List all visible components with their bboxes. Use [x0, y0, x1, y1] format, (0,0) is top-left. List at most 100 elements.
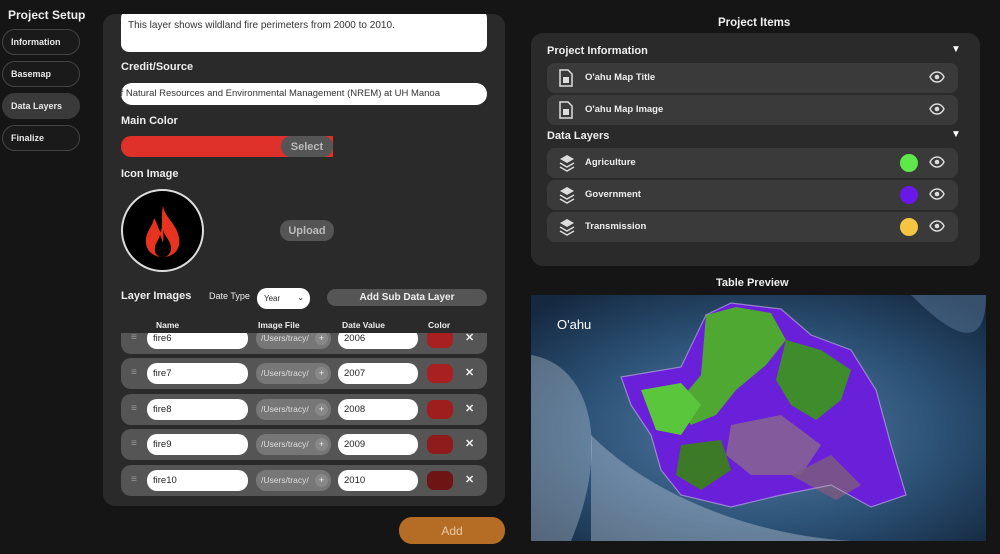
- fire-icon: [145, 205, 179, 257]
- eye-icon[interactable]: [929, 188, 945, 200]
- project-item[interactable]: O'ahu Map Title: [547, 63, 958, 93]
- credit-field[interactable]: Department of Natural Resources and Envi…: [121, 83, 487, 105]
- plus-icon[interactable]: +: [315, 403, 328, 416]
- add-button[interactable]: Add: [399, 517, 505, 544]
- remove-row-icon[interactable]: ✕: [465, 402, 474, 415]
- date-type-value: Year: [264, 294, 281, 303]
- layer-item-label: Transmission: [585, 221, 647, 232]
- drag-handle-icon[interactable]: ≡: [131, 367, 137, 378]
- row-image-file[interactable]: /Users/tracy/ +: [256, 434, 331, 455]
- layers-icon: [559, 219, 575, 236]
- project-items-panel: Project Information ▼ O'ahu Map Title O'…: [531, 33, 980, 266]
- remove-row-icon[interactable]: ✕: [465, 473, 474, 486]
- project-information-header[interactable]: Project Information: [547, 45, 648, 57]
- table-row: ≡ fire10 /Users/tracy/ + 2010 ✕: [121, 465, 487, 496]
- project-item[interactable]: O'ahu Map Image: [547, 95, 958, 125]
- eye-icon[interactable]: [929, 220, 945, 232]
- layer-color-dot[interactable]: [900, 218, 918, 236]
- project-item-label: O'ahu Map Title: [585, 72, 656, 83]
- map-preview[interactable]: O'ahu: [531, 295, 986, 541]
- sidebar-item-basemap[interactable]: Basemap: [2, 61, 80, 87]
- remove-row-icon[interactable]: ✕: [465, 366, 474, 379]
- row-file-path: /Users/tracy/: [261, 439, 309, 449]
- row-name-input[interactable]: fire8: [147, 399, 248, 420]
- row-color-swatch[interactable]: [427, 333, 453, 348]
- collapse-triangle-icon[interactable]: ▼: [951, 129, 961, 140]
- drag-handle-icon[interactable]: ≡: [131, 333, 137, 343]
- sidebar-item-data-layers[interactable]: Data Layers: [2, 93, 80, 119]
- map-title-label: O'ahu: [557, 317, 592, 332]
- project-items-title: Project Items: [718, 17, 791, 29]
- row-name-input[interactable]: fire6: [147, 333, 248, 349]
- sidebar-title: Project Setup: [8, 8, 86, 22]
- layer-item-label: Government: [585, 189, 641, 200]
- row-color-swatch[interactable]: [427, 471, 453, 490]
- layer-item[interactable]: Government: [547, 180, 958, 210]
- layer-color-dot[interactable]: [900, 186, 918, 204]
- main-color-label: Main Color: [121, 115, 178, 127]
- date-type-label: Date Type: [209, 291, 250, 301]
- eye-icon[interactable]: [929, 103, 945, 115]
- sidebar: Project Setup Information Basemap Data L…: [0, 0, 92, 554]
- project-item-label: O'ahu Map Image: [585, 104, 664, 115]
- row-date-input[interactable]: 2010: [338, 470, 418, 491]
- drag-handle-icon[interactable]: ≡: [131, 403, 137, 414]
- data-layers-header[interactable]: Data Layers: [547, 130, 609, 142]
- row-color-swatch[interactable]: [427, 435, 453, 454]
- column-header-color: Color: [428, 320, 451, 330]
- row-image-file[interactable]: /Users/tracy/ +: [256, 399, 331, 420]
- plus-icon[interactable]: +: [315, 438, 328, 451]
- row-name-input[interactable]: fire7: [147, 363, 248, 384]
- column-header-name: Name: [156, 320, 180, 330]
- layer-images-label: Layer Images: [121, 290, 192, 302]
- add-sub-data-layer-button[interactable]: Add Sub Data Layer: [327, 289, 487, 306]
- row-date-input[interactable]: 2009: [338, 434, 418, 455]
- column-header-image-file: Image File: [258, 320, 300, 330]
- plus-icon[interactable]: +: [315, 474, 328, 487]
- layers-icon: [559, 187, 575, 204]
- chevron-down-icon: ⌄: [297, 293, 304, 302]
- document-icon: [559, 101, 573, 119]
- drag-handle-icon[interactable]: ≡: [131, 438, 137, 449]
- collapse-triangle-icon[interactable]: ▼: [951, 44, 961, 55]
- description-field[interactable]: This layer shows wildland fire perimeter…: [121, 14, 487, 52]
- row-name-input[interactable]: fire10: [147, 470, 248, 491]
- credit-value: Department of Natural Resources and Envi…: [121, 88, 440, 99]
- plus-icon[interactable]: +: [315, 333, 328, 345]
- oahu-map-image: [531, 295, 986, 541]
- table-row: ≡ fire8 /Users/tracy/ + 2008 ✕: [121, 394, 487, 425]
- date-type-select[interactable]: Year ⌄: [257, 288, 310, 309]
- row-file-path: /Users/tracy/: [261, 475, 309, 485]
- document-icon: [559, 69, 573, 87]
- row-image-file[interactable]: /Users/tracy/ +: [256, 333, 331, 349]
- select-color-button[interactable]: Select: [281, 136, 333, 157]
- row-color-swatch[interactable]: [427, 364, 453, 383]
- drag-handle-icon[interactable]: ≡: [131, 474, 137, 485]
- row-date-input[interactable]: 2006: [338, 333, 418, 349]
- row-file-path: /Users/tracy/: [261, 368, 309, 378]
- layer-form-panel: This layer shows wildland fire perimeter…: [103, 14, 505, 506]
- row-image-file[interactable]: /Users/tracy/ +: [256, 363, 331, 384]
- row-date-input[interactable]: 2007: [338, 363, 418, 384]
- row-name-input[interactable]: fire9: [147, 434, 248, 455]
- layer-item-label: Agriculture: [585, 157, 636, 168]
- plus-icon[interactable]: +: [315, 367, 328, 380]
- icon-image-preview: [121, 189, 204, 272]
- row-date-input[interactable]: 2008: [338, 399, 418, 420]
- table-preview-title: Table Preview: [716, 277, 789, 289]
- layer-item[interactable]: Transmission: [547, 212, 958, 242]
- sidebar-item-finalize[interactable]: Finalize: [2, 125, 80, 151]
- layer-color-dot[interactable]: [900, 154, 918, 172]
- credit-label: Credit/Source: [121, 61, 194, 73]
- row-image-file[interactable]: /Users/tracy/ +: [256, 470, 331, 491]
- eye-icon[interactable]: [929, 156, 945, 168]
- remove-row-icon[interactable]: ✕: [465, 333, 474, 344]
- table-row: ≡ fire7 /Users/tracy/ + 2007 ✕: [121, 358, 487, 389]
- remove-row-icon[interactable]: ✕: [465, 437, 474, 450]
- table-row: ≡ fire9 /Users/tracy/ + 2009 ✕: [121, 429, 487, 460]
- sidebar-item-information[interactable]: Information: [2, 29, 80, 55]
- row-color-swatch[interactable]: [427, 400, 453, 419]
- layer-item[interactable]: Agriculture: [547, 148, 958, 178]
- upload-button[interactable]: Upload: [280, 220, 334, 241]
- eye-icon[interactable]: [929, 71, 945, 83]
